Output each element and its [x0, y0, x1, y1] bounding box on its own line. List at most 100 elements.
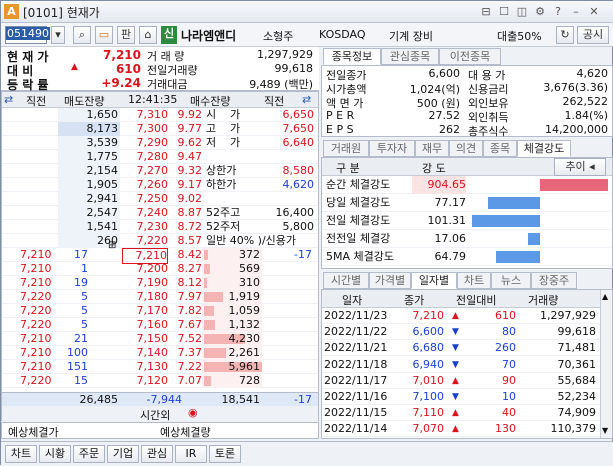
- help-icon[interactable]: ?: [551, 5, 565, 19]
- ask-price[interactable]: 7,220: [122, 234, 169, 248]
- disclosure-button[interactable]: 공시: [577, 26, 609, 44]
- daily-tab[interactable]: 뉴스: [491, 272, 531, 289]
- mid-tab[interactable]: 체결강도: [517, 140, 571, 157]
- daily-row[interactable]: 2022/11/16 7,100 ▼ 10 52,234: [322, 389, 600, 405]
- ask-price[interactable]: 7,280: [122, 150, 169, 164]
- tab-previous[interactable]: 이전종목: [439, 48, 501, 65]
- bid-price[interactable]: 7,180: [122, 290, 169, 304]
- mid-tab[interactable]: 거래원: [323, 140, 369, 157]
- bid-row[interactable]: 7,210 151 7,130 7.22 5,961: [2, 360, 318, 374]
- daily-tab[interactable]: 일자별: [411, 272, 457, 289]
- daily-tab[interactable]: 장중주: [531, 272, 577, 289]
- close-icon[interactable]: ✕: [587, 5, 601, 19]
- ask-price[interactable]: 7,300: [122, 122, 169, 136]
- credit-badge: 신: [161, 26, 177, 44]
- ask-row[interactable]: 8,173 7,300 9.77 고 가 7,650: [2, 122, 318, 136]
- bid-price[interactable]: 7,190: [122, 276, 169, 290]
- scroll-up-icon[interactable]: ▲: [602, 292, 608, 301]
- bid-row[interactable]: 7,210 19 7,190 8.12 310: [2, 276, 318, 290]
- bid-row[interactable]: 7,210 17 7,210 8.42 372 -17: [2, 248, 318, 264]
- bottom-button-3[interactable]: 기업: [107, 445, 139, 463]
- ask-price[interactable]: 7,270: [122, 164, 169, 178]
- bid-row[interactable]: 7,220 15 7,120 7.07 728: [2, 374, 318, 388]
- ask-row[interactable]: 1,775 7,280 9.47: [2, 150, 318, 164]
- mid-tab[interactable]: 의견: [449, 140, 483, 157]
- scroll-down-icon[interactable]: ▼: [602, 426, 608, 435]
- bid-row[interactable]: 7,220 5 7,170 7.82 1,059: [2, 304, 318, 318]
- ask-row[interactable]: 1,541 7,230 8.72 52주저 5,800: [2, 220, 318, 234]
- ask-row[interactable]: 1,650 7,310 9.92 시 가 6,650: [2, 108, 318, 122]
- ask-row[interactable]: 2,941 7,250 9.02: [2, 192, 318, 206]
- bid-row[interactable]: 7,220 5 7,180 7.97 1,919: [2, 290, 318, 304]
- daily-row[interactable]: 2022/11/14 7,070 ▲ 130 110,379: [322, 421, 600, 438]
- link-icon[interactable]: ⊟: [479, 5, 493, 19]
- mid-tab[interactable]: 투자자: [369, 140, 415, 157]
- bid-row[interactable]: 7,220 5 7,160 7.67 1,132: [2, 318, 318, 332]
- daily-row[interactable]: 2022/11/21 6,680 ▼ 260 71,481: [322, 340, 600, 357]
- bid-price[interactable]: 7,120: [122, 374, 169, 388]
- mid-tab[interactable]: 재무: [415, 140, 449, 157]
- daily-row[interactable]: 2022/11/15 7,110 ▲ 40 74,909: [322, 405, 600, 422]
- prev-icon[interactable]: ⇄: [4, 93, 13, 106]
- bottom-button-0[interactable]: 차트: [5, 445, 37, 463]
- after-hours-icon[interactable]: ◉: [188, 406, 198, 419]
- bid-row[interactable]: 7,210 1 7,200 8.27 569: [2, 262, 318, 276]
- search-icon[interactable]: ⌕: [73, 26, 91, 44]
- daily-row[interactable]: 2022/11/17 7,010 ▲ 90 55,684: [322, 373, 600, 389]
- daily-row[interactable]: 2022/11/18 6,940 ▼ 70 70,361: [322, 357, 600, 373]
- ask-row[interactable]: 3,539 7,290 9.62 저 가 6,640: [2, 136, 318, 150]
- ask-price[interactable]: 7,290: [122, 136, 169, 150]
- bottom-button-1[interactable]: 시황: [39, 445, 71, 463]
- minimize-icon[interactable]: –: [569, 5, 583, 19]
- info-value: 14,200,000: [545, 123, 608, 136]
- ask-row[interactable]: 1,905 7,260 9.17 하한가 4,620: [2, 178, 318, 192]
- mid-tab[interactable]: 종목: [483, 140, 517, 157]
- daily-tab[interactable]: 시간별: [323, 272, 369, 289]
- stock-code-input[interactable]: 051490: [5, 26, 50, 44]
- bid-price[interactable]: 7,160: [122, 318, 169, 332]
- next-icon[interactable]: ⇄: [302, 93, 311, 106]
- stock-name[interactable]: 나라엠앤디: [181, 27, 236, 44]
- bottom-button-6[interactable]: 토론: [209, 445, 241, 463]
- tab-interest[interactable]: 관심종목: [381, 48, 439, 65]
- dropdown-icon[interactable]: ▾: [51, 26, 65, 44]
- strength-value: 64.79: [434, 250, 467, 263]
- ask-row[interactable]: 260 7,220 8.57 일반 40% )/신용가: [2, 234, 318, 248]
- bottom-button-4[interactable]: 관심: [141, 445, 173, 463]
- tab-stock-info[interactable]: 종목정보: [323, 48, 381, 65]
- ask-info-label: 시: [206, 108, 217, 121]
- ask-row[interactable]: 2,154 7,270 9.32 상한가 8,580: [2, 164, 318, 178]
- ask-rate: 9.32: [177, 164, 203, 177]
- ask-price[interactable]: 7,230: [122, 220, 169, 234]
- strength-value: 101.31: [427, 214, 467, 227]
- daily-row[interactable]: 2022/11/23 7,210 ▲ 610 1,297,929: [322, 308, 600, 324]
- trend-button[interactable]: 추이 ◂: [554, 158, 606, 176]
- daily-tab[interactable]: 차트: [457, 272, 491, 289]
- ask-price[interactable]: 7,240: [122, 206, 169, 220]
- home-icon[interactable]: ⌂: [139, 26, 157, 44]
- daily-scrollbar[interactable]: ▲ ▼: [600, 290, 612, 438]
- ask-price[interactable]: 7,260: [122, 178, 169, 192]
- bottom-button-5[interactable]: IR: [175, 445, 207, 463]
- ask-row[interactable]: 2,547 7,240 8.87 52주고 16,400: [2, 206, 318, 220]
- grid-toggle-icon[interactable]: ⊞: [108, 240, 116, 251]
- camera-icon[interactable]: ◫: [515, 5, 529, 19]
- bid-price[interactable]: 7,140: [122, 346, 169, 360]
- note-icon[interactable]: ☐: [497, 5, 511, 19]
- bottom-button-2[interactable]: 주문: [73, 445, 105, 463]
- refresh-icon[interactable]: ↻: [556, 26, 574, 44]
- daily-row[interactable]: 2022/11/22 6,600 ▼ 80 99,618: [322, 324, 600, 341]
- daily-close: 7,070: [412, 422, 445, 436]
- bid-price[interactable]: 7,130: [122, 360, 169, 374]
- settings-icon[interactable]: ⚙: [533, 5, 547, 19]
- chart-toggle-button[interactable]: 판: [117, 26, 135, 44]
- bid-price[interactable]: 7,170: [122, 304, 169, 318]
- bid-price[interactable]: 7,200: [122, 262, 169, 276]
- bid-price[interactable]: 7,150: [122, 332, 169, 346]
- ask-price[interactable]: 7,250: [122, 192, 169, 206]
- folder-icon[interactable]: ▭: [95, 26, 113, 44]
- ask-price[interactable]: 7,310: [122, 108, 169, 122]
- daily-tab[interactable]: 가격별: [369, 272, 411, 289]
- bid-row[interactable]: 7,210 21 7,150 7.52 4,230: [2, 332, 318, 346]
- bid-row[interactable]: 7,210 100 7,140 7.37 2,261: [2, 346, 318, 360]
